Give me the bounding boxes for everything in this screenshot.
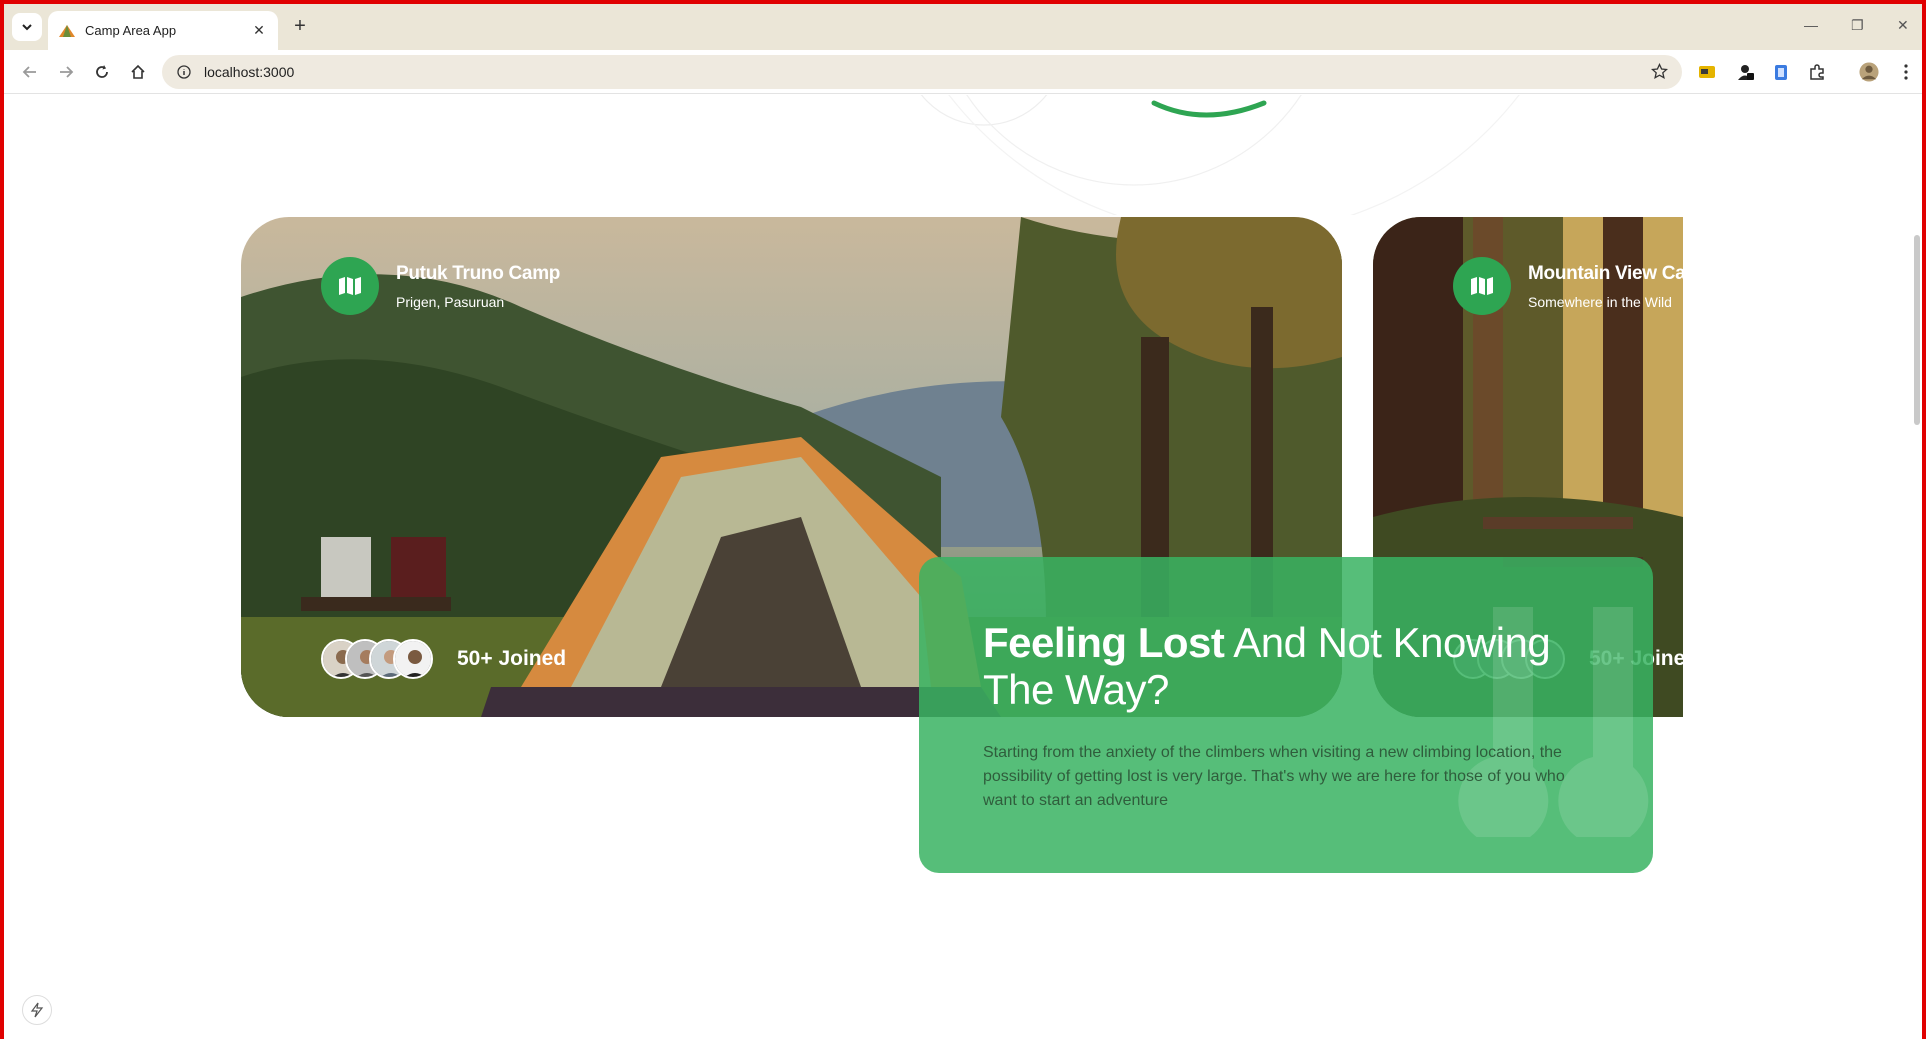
joined-count: 50+ Joined bbox=[457, 647, 567, 670]
browser-tab-strip: Camp Area App ✕ + — ❐ ✕ bbox=[4, 4, 1922, 50]
dev-tools-button[interactable] bbox=[22, 995, 52, 1025]
lightning-icon bbox=[30, 1002, 44, 1018]
browser-toolbar: localhost:3000 bbox=[4, 50, 1922, 94]
tab-search-button[interactable] bbox=[12, 13, 42, 41]
new-tab-button[interactable]: + bbox=[288, 15, 312, 38]
browser-tab-active[interactable]: Camp Area App ✕ bbox=[48, 11, 278, 50]
page-viewport: Putuk Truno Camp Prigen, Pasuruan 50+ Jo… bbox=[4, 95, 1922, 1039]
avatar bbox=[393, 639, 433, 679]
extension-clipboard-icon[interactable] bbox=[1771, 62, 1791, 82]
tab-close-icon[interactable]: ✕ bbox=[250, 22, 268, 39]
info-heading: Feeling Lost And Not Knowing The Way? bbox=[983, 619, 1603, 713]
map-icon[interactable] bbox=[1453, 257, 1511, 315]
bookmark-star-icon[interactable] bbox=[1650, 62, 1669, 85]
forward-button[interactable] bbox=[54, 60, 78, 84]
site-info-icon[interactable] bbox=[174, 65, 194, 79]
info-heading-bold: Feeling Lost bbox=[983, 619, 1225, 666]
tab-title: Camp Area App bbox=[85, 23, 177, 38]
arrow-right-icon bbox=[60, 66, 74, 78]
joined-group: 50+ Joined bbox=[321, 639, 566, 679]
extension-user-icon[interactable] bbox=[1736, 62, 1756, 82]
extension-wallet-icon[interactable] bbox=[1697, 62, 1717, 82]
camp-location: Prigen, Pasuruan bbox=[396, 293, 505, 310]
camp-card-header: Mountain View Camp Somewhere in the Wild bbox=[1453, 257, 1683, 315]
info-description: Starting from the anxiety of the climber… bbox=[983, 744, 1565, 809]
extensions-puzzle-icon[interactable] bbox=[1807, 62, 1827, 82]
camp-card-header: Putuk Truno Camp Prigen, Pasuruan bbox=[321, 257, 560, 315]
close-window-button[interactable]: ✕ bbox=[1897, 17, 1909, 34]
restore-button[interactable]: ❐ bbox=[1851, 17, 1864, 34]
chevron-down-icon bbox=[22, 24, 32, 31]
profile-avatar[interactable] bbox=[1859, 62, 1879, 82]
arrow-left-icon bbox=[22, 66, 36, 78]
camp-name: Mountain View Camp bbox=[1528, 262, 1683, 284]
reload-button[interactable] bbox=[90, 60, 114, 84]
camp-location: Somewhere in the Wild bbox=[1528, 293, 1672, 310]
map-icon[interactable] bbox=[321, 257, 379, 315]
url-text: localhost:3000 bbox=[204, 64, 295, 80]
camp-name: Putuk Truno Camp bbox=[396, 262, 561, 284]
reload-icon bbox=[96, 65, 108, 78]
tent-favicon-icon bbox=[59, 24, 75, 37]
info-card: Feeling Lost And Not Knowing The Way? St… bbox=[919, 557, 1653, 873]
decorative-circles bbox=[920, 95, 1520, 215]
back-button[interactable] bbox=[18, 60, 42, 84]
scrollbar-thumb[interactable] bbox=[1914, 235, 1920, 425]
address-bar[interactable]: localhost:3000 bbox=[162, 55, 1682, 89]
minimize-button[interactable]: — bbox=[1804, 17, 1818, 33]
home-icon bbox=[131, 64, 145, 79]
home-button[interactable] bbox=[126, 60, 150, 84]
browser-menu-icon[interactable] bbox=[1896, 62, 1916, 82]
